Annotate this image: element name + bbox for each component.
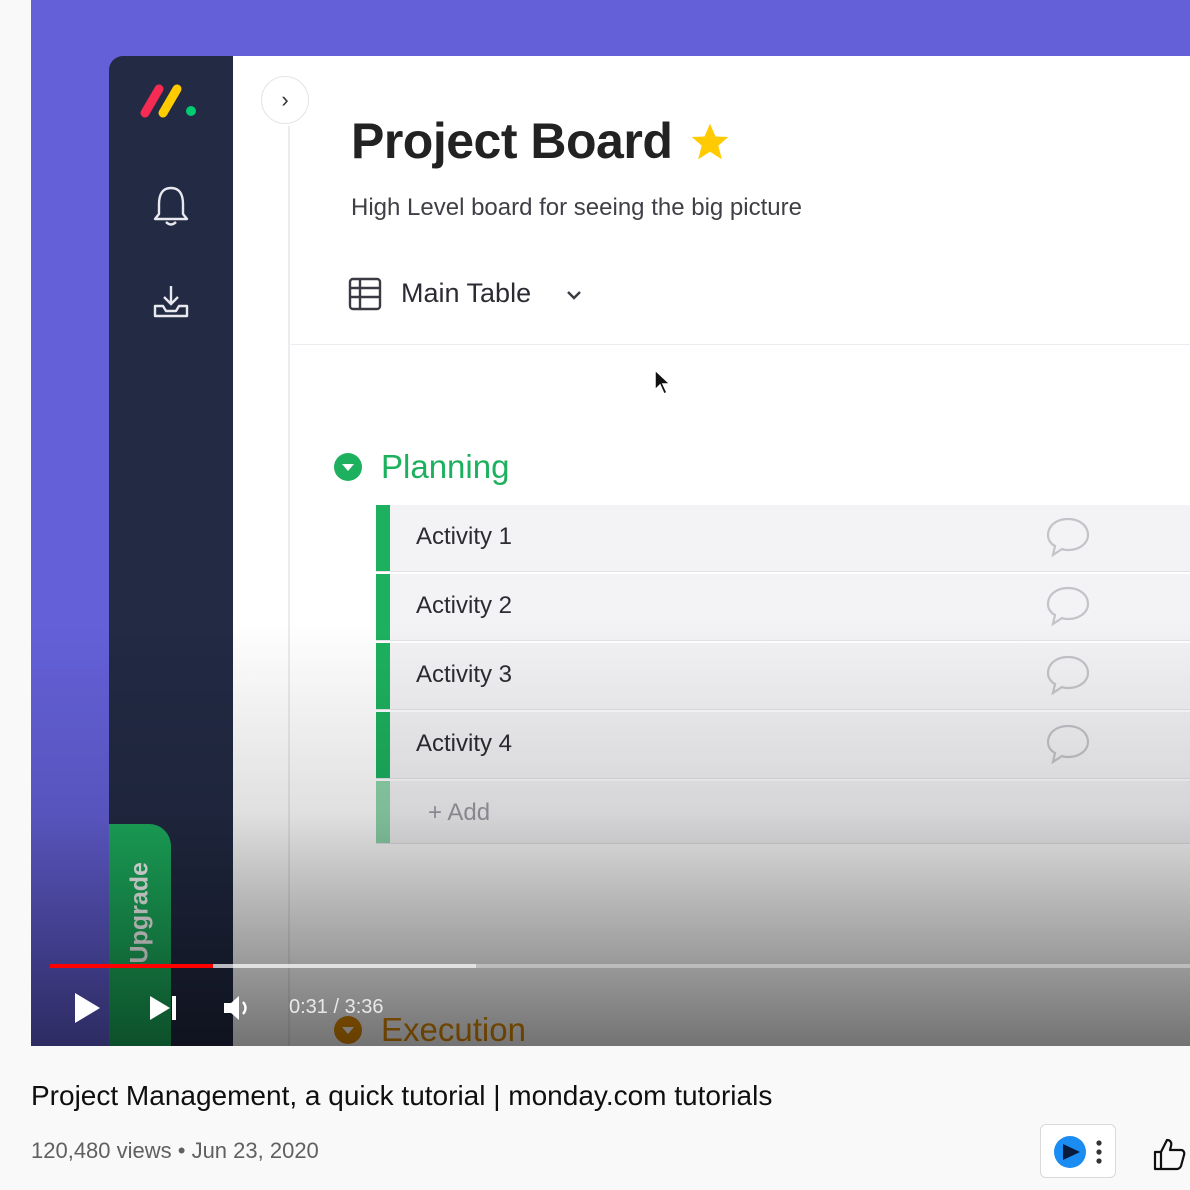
group-color-bar xyxy=(376,574,390,640)
inbox-download-icon[interactable] xyxy=(151,282,191,322)
extension-button[interactable] xyxy=(1040,1124,1116,1178)
play-icon xyxy=(75,993,100,1023)
item-name[interactable]: Activity 2 xyxy=(416,592,512,620)
group-color-bar xyxy=(376,505,390,571)
board-title: Project Board xyxy=(351,113,673,169)
upgrade-label: Upgrade xyxy=(125,862,154,964)
time-display: 0:31 / 3:36 xyxy=(289,996,384,1018)
expand-sidebar-button[interactable]: › xyxy=(261,76,309,124)
next-button[interactable] xyxy=(147,986,187,1030)
video-player[interactable]: Upgrade › Project Board High Level board… xyxy=(31,0,1190,1046)
thumbs-up-icon[interactable] xyxy=(1152,1136,1186,1172)
group-color-bar xyxy=(376,781,390,843)
view-selector[interactable]: Main Table xyxy=(401,278,531,309)
group-collapse-icon[interactable] xyxy=(333,1015,363,1045)
video-meta: 120,480 views • Jun 23, 2020 xyxy=(31,1138,319,1163)
app-sidebar: Upgrade xyxy=(109,56,235,1046)
item-name[interactable]: Activity 4 xyxy=(416,730,512,758)
group-execution: Execution xyxy=(333,1011,733,1046)
skip-next-icon xyxy=(150,996,176,1020)
monday-logo-icon xyxy=(140,84,196,118)
board-description: High Level board for seeing the big pict… xyxy=(351,194,802,221)
table-row[interactable]: Activity 4 xyxy=(376,712,1190,779)
group-rows: Activity 1 Activity 2 Activity 3 Activit… xyxy=(376,505,1190,844)
table-row[interactable]: Activity 1 xyxy=(376,505,1190,572)
chevron-down-icon[interactable] xyxy=(563,284,585,306)
chevron-right-icon: › xyxy=(281,87,289,112)
mouse-cursor-icon xyxy=(654,368,672,396)
more-vert-icon[interactable] xyxy=(1095,1139,1103,1165)
volume-button[interactable] xyxy=(221,986,261,1030)
table-icon xyxy=(348,277,382,311)
comment-icon[interactable] xyxy=(1044,584,1092,628)
group-color-bar xyxy=(376,643,390,709)
comment-icon[interactable] xyxy=(1044,653,1092,697)
group-collapse-icon[interactable] xyxy=(333,452,363,482)
star-icon[interactable] xyxy=(688,120,732,164)
table-row[interactable]: Activity 3 xyxy=(376,643,1190,710)
comment-icon[interactable] xyxy=(1044,515,1092,559)
progress-played xyxy=(50,964,214,968)
play-button[interactable] xyxy=(71,986,111,1030)
add-item-label[interactable]: + Add xyxy=(428,799,490,827)
board-panel: › Project Board High Level board for see… xyxy=(233,56,1190,1046)
item-name[interactable]: Activity 3 xyxy=(416,661,512,689)
volume-icon xyxy=(224,996,247,1020)
group-color-bar xyxy=(376,712,390,778)
extension-logo-icon xyxy=(1054,1136,1086,1168)
divider xyxy=(288,126,290,1046)
group-title-execution[interactable]: Execution xyxy=(381,1011,526,1046)
comment-icon[interactable] xyxy=(1044,722,1092,766)
item-name[interactable]: Activity 1 xyxy=(416,523,512,551)
group-title-planning[interactable]: Planning xyxy=(381,448,509,486)
progress-bar[interactable] xyxy=(50,964,1190,968)
table-row[interactable]: Activity 2 xyxy=(376,574,1190,641)
video-title: Project Management, a quick tutorial | m… xyxy=(31,1080,773,1111)
divider xyxy=(291,344,1190,345)
add-item-row[interactable]: + Add xyxy=(376,781,1190,844)
bell-icon[interactable] xyxy=(151,184,191,228)
